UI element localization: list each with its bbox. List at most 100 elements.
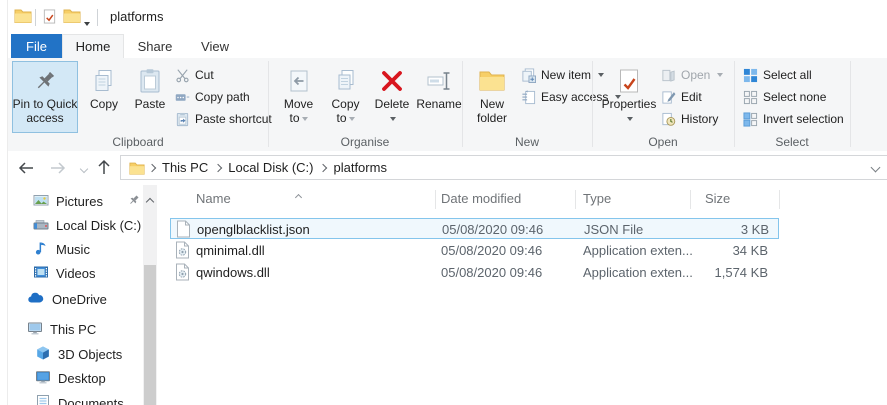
column-divider[interactable] — [779, 190, 780, 209]
sidebar-item-local-disk[interactable]: Local Disk (C:) — [33, 214, 143, 236]
open-label: Open — [681, 68, 711, 82]
sidebar-item-label: Videos — [56, 265, 96, 281]
window-title: platforms — [110, 9, 164, 24]
tab-file[interactable]: File — [11, 34, 62, 58]
select-none-label: Select none — [763, 90, 827, 104]
qat-properties-button[interactable] — [42, 9, 57, 29]
sidebar-scrollbar-thumb[interactable] — [144, 265, 156, 405]
column-header-type[interactable]: Type — [583, 191, 611, 206]
move-to-dropdown-icon — [301, 116, 308, 121]
invert-selection-button[interactable]: Invert selection — [742, 109, 844, 129]
sidebar-item-3d-objects[interactable]: 3D Objects — [35, 343, 143, 365]
copy-path-icon — [174, 89, 190, 105]
sidebar-item-desktop[interactable]: Desktop — [35, 367, 143, 389]
select-none-icon — [742, 89, 758, 105]
sidebar-item-label: Music — [56, 241, 90, 257]
copy-to-icon — [333, 65, 359, 97]
pin-icon — [33, 65, 57, 97]
file-size: 34 KB — [732, 243, 768, 258]
sidebar-item-documents[interactable]: Documents — [35, 392, 143, 405]
move-to-button[interactable]: Move to — [276, 61, 321, 133]
organise-group-label: Organise — [340, 135, 390, 149]
sidebar-item-label: OneDrive — [52, 291, 107, 307]
open-icon — [660, 67, 676, 83]
column-divider[interactable] — [435, 190, 436, 209]
properties-label: Properties — [601, 97, 657, 111]
file-row-openglblacklist[interactable]: openglblacklist.json 05/08/2020 09:46 JS… — [170, 218, 779, 239]
history-icon — [660, 111, 676, 127]
address-row: This PC Local Disk (C:) platforms — [8, 151, 887, 184]
copy-button[interactable]: Copy — [82, 61, 126, 133]
pin-label-line2: access — [26, 111, 64, 125]
delete-button[interactable]: Delete — [370, 61, 414, 133]
column-divider[interactable] — [575, 190, 576, 209]
tab-view[interactable]: View — [186, 34, 244, 58]
rename-icon — [426, 65, 452, 97]
paste-shortcut-button[interactable]: Paste shortcut — [174, 109, 272, 129]
sidebar-item-onedrive[interactable]: OneDrive — [27, 288, 139, 310]
breadcrumb-local-disk[interactable]: Local Disk (C:) — [221, 160, 320, 175]
qat-new-folder-button[interactable] — [63, 8, 81, 28]
dll-file-icon — [175, 241, 190, 262]
breadcrumb-this-pc[interactable]: This PC — [155, 160, 215, 175]
file-name: qwindows.dll — [196, 265, 270, 280]
column-divider[interactable] — [690, 190, 691, 209]
tab-share[interactable]: Share — [124, 34, 186, 58]
paste-label: Paste — [134, 97, 166, 111]
move-to-icon — [286, 65, 312, 97]
clipboard-group-label: Clipboard — [112, 135, 164, 149]
sidebar-item-music[interactable]: Music — [33, 238, 143, 260]
back-button[interactable] — [14, 156, 38, 180]
file-date: 05/08/2020 09:46 — [441, 243, 543, 258]
sort-ascending-icon — [294, 187, 303, 205]
rename-button[interactable]: Rename — [416, 61, 462, 133]
properties-dropdown-icon — [627, 116, 633, 121]
copy-path-button[interactable]: Copy path — [174, 87, 250, 107]
breadcrumb-platforms[interactable]: platforms — [326, 160, 393, 175]
music-icon — [33, 240, 49, 259]
sidebar-item-videos[interactable]: Videos — [33, 262, 143, 284]
cut-button[interactable]: Cut — [174, 65, 214, 85]
edit-button[interactable]: Edit — [660, 87, 702, 107]
forward-button[interactable] — [46, 156, 70, 180]
sidebar-item-pictures[interactable]: Pictures — [33, 190, 143, 212]
file-name: qminimal.dll — [196, 243, 265, 258]
file-size: 3 KB — [740, 222, 769, 237]
file-row-qminimal[interactable]: qminimal.dll 05/08/2020 09:46 Applicatio… — [170, 240, 779, 261]
group-separator — [850, 61, 851, 147]
select-all-label: Select all — [763, 68, 812, 82]
delete-icon — [379, 65, 405, 97]
properties-button[interactable]: Properties — [602, 61, 656, 133]
drive-icon — [33, 216, 49, 235]
sidebar-scroll-up-button[interactable] — [145, 192, 155, 210]
ribbon: Pin to Quick access Copy Paste Cut Copy … — [8, 58, 887, 152]
history-button[interactable]: History — [660, 109, 718, 129]
select-all-icon — [742, 67, 758, 83]
open-button[interactable]: Open — [660, 65, 724, 85]
dll-file-icon — [175, 263, 190, 284]
move-to-label-line1: Move — [283, 97, 314, 111]
copy-to-button[interactable]: Copy to — [323, 61, 368, 133]
column-header-size[interactable]: Size — [705, 191, 730, 206]
cut-icon — [174, 67, 190, 83]
new-folder-button[interactable]: New folder — [468, 61, 516, 133]
sidebar-item-this-pc[interactable]: This PC — [27, 318, 139, 340]
history-label: History — [681, 112, 719, 126]
file-size: 1,574 KB — [714, 265, 769, 280]
tab-home[interactable]: Home — [62, 34, 124, 58]
json-file-icon — [176, 220, 191, 241]
delete-label: Delete — [374, 97, 410, 111]
address-dropdown-button[interactable] — [870, 162, 887, 173]
column-header-name[interactable]: Name — [196, 191, 231, 206]
column-header-date-modified[interactable]: Date modified — [441, 191, 521, 206]
up-button[interactable] — [92, 155, 116, 179]
select-none-button[interactable]: Select none — [742, 87, 826, 107]
qat-separator-2 — [97, 9, 98, 26]
pin-to-quick-access-button[interactable]: Pin to Quick access — [12, 61, 78, 133]
file-row-qwindows[interactable]: qwindows.dll 05/08/2020 09:46 Applicatio… — [170, 262, 779, 283]
paste-button[interactable]: Paste — [128, 61, 172, 133]
select-all-button[interactable]: Select all — [742, 65, 812, 85]
qat-customize-dropdown[interactable] — [82, 15, 90, 33]
open-dropdown-icon — [717, 73, 724, 77]
address-bar[interactable]: This PC Local Disk (C:) platforms — [120, 155, 887, 180]
